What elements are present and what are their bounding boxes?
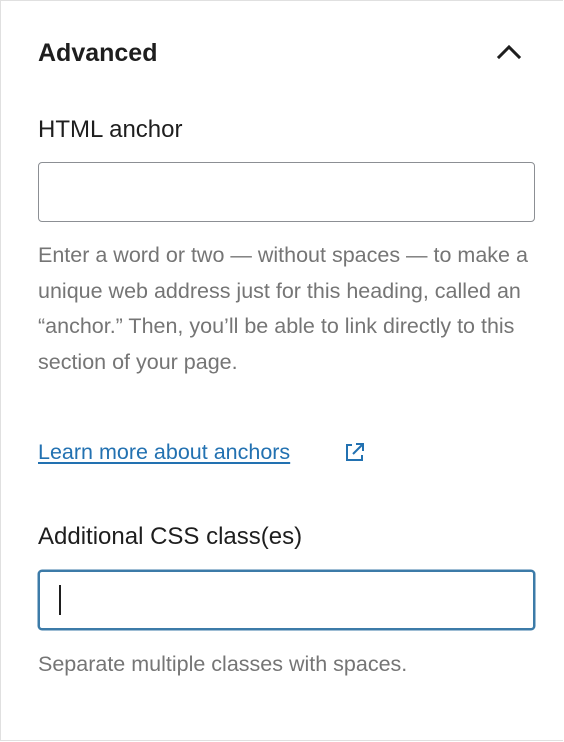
advanced-panel-toggle[interactable]: Advanced <box>1 1 563 105</box>
advanced-panel: Advanced HTML anchor Enter a word or two… <box>0 0 563 741</box>
text-caret <box>59 585 61 615</box>
html-anchor-help-text: Enter a word or two — without spaces — t… <box>38 243 528 374</box>
learn-more-anchors-link[interactable]: Learn more about anchors <box>38 437 290 467</box>
html-anchor-input[interactable] <box>38 162 535 222</box>
css-classes-input[interactable] <box>38 570 535 630</box>
css-classes-label: Additional CSS class(es) <box>38 523 303 550</box>
panel-title: Advanced <box>38 39 158 67</box>
external-link-icon[interactable] <box>342 440 367 465</box>
chevron-up-icon <box>496 44 522 60</box>
css-classes-help-text: Separate multiple classes with spaces. <box>38 652 408 676</box>
html-anchor-label: HTML anchor <box>38 116 183 143</box>
